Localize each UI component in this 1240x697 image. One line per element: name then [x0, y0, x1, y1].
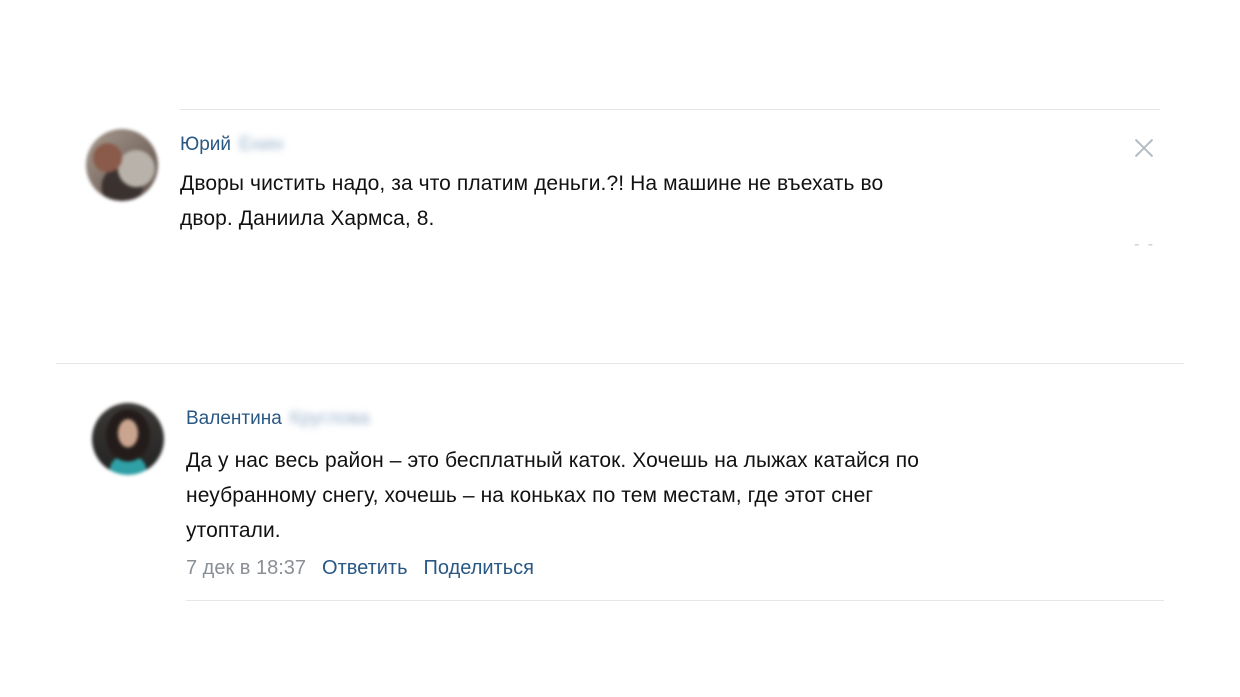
- comment-text-line: Да у нас весь район – это бесплатный кат…: [186, 449, 920, 472]
- comment-text: Дворы чистить надо, за что платим деньги…: [180, 166, 1140, 236]
- comment-text-line: неубранному снегу, хочешь – на коньках п…: [186, 484, 874, 507]
- reply-button[interactable]: Ответить: [322, 557, 408, 579]
- comment-text-line: Дворы чистить надо, за что платим деньги…: [180, 172, 884, 195]
- bottom-divider: [186, 600, 1164, 601]
- close-icon[interactable]: [1132, 136, 1156, 160]
- author-first-name[interactable]: Юрий: [180, 134, 231, 155]
- comment-date[interactable]: 7 дек в 18:37: [186, 557, 306, 579]
- share-button[interactable]: Поделиться: [424, 557, 534, 579]
- comment-text-line: утоптали.: [186, 519, 281, 542]
- author-last-name-blurred[interactable]: Круглова: [290, 408, 370, 430]
- avatar[interactable]: [92, 403, 164, 475]
- comment-text-line: двор. Даниила Хармса, 8.: [180, 207, 435, 230]
- comment-author[interactable]: Валентина Круглова: [186, 408, 370, 430]
- author-first-name[interactable]: Валентина: [186, 408, 282, 429]
- avatar[interactable]: [86, 129, 158, 201]
- section-divider: [56, 363, 1184, 364]
- comment-meta: 7 дек в 18:37 Ответить Поделиться: [186, 557, 534, 580]
- author-last-name-blurred[interactable]: Енин: [239, 134, 283, 156]
- comment-text: Да у нас весь район – это бесплатный кат…: [186, 443, 1166, 548]
- comments-page: Юрий Енин Дворы чистить надо, за что плат…: [0, 0, 1240, 697]
- top-divider: [180, 109, 1160, 110]
- more-dots: - -: [1134, 236, 1156, 253]
- comment-author[interactable]: Юрий Енин: [180, 134, 283, 156]
